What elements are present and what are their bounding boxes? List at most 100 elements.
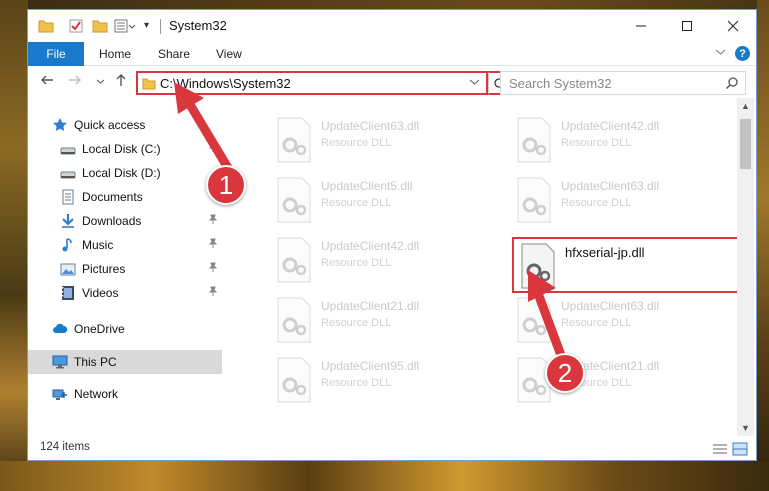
- sidebar-item-label: Music: [82, 238, 114, 252]
- sidebar-item-quick-access[interactable]: Quick access: [28, 113, 222, 137]
- vertical-scrollbar[interactable]: ▲ ▼: [737, 98, 754, 436]
- file-item[interactable]: UpdateClient95.dll Resource DLL: [270, 353, 500, 409]
- scroll-up-arrow-icon[interactable]: ▲: [741, 101, 750, 111]
- properties-check-icon[interactable]: [68, 18, 84, 34]
- maximize-button[interactable]: [664, 10, 710, 42]
- star-icon: [52, 117, 68, 133]
- sidebar-item-label: Local Disk (D:): [82, 166, 161, 180]
- tab-view[interactable]: View: [216, 47, 242, 61]
- file-item[interactable]: UpdateClient42.dll Resource DLL: [510, 113, 740, 169]
- file-name: UpdateClient42.dll: [321, 239, 420, 253]
- pin-icon: [208, 286, 218, 299]
- file-name: UpdateClient42.dll: [561, 119, 660, 133]
- drive-icon: [60, 141, 76, 157]
- tab-file[interactable]: File: [28, 42, 84, 66]
- file-type: Resource DLL: [561, 317, 632, 329]
- sidebar-item-this-pc[interactable]: This PC: [28, 350, 222, 374]
- dll-gear-file-icon: [274, 237, 314, 283]
- file-item[interactable]: UpdateClient42.dll Resource DLL: [270, 233, 500, 289]
- file-item[interactable]: UpdateClient21.dll Resource DLL: [270, 293, 500, 349]
- file-item[interactable]: UpdateClient21.dll Resource DLL: [510, 353, 740, 409]
- file-type: Resource DLL: [321, 137, 392, 149]
- cloud-icon: [52, 321, 68, 337]
- dll-gear-file-icon: [514, 297, 554, 343]
- close-button[interactable]: [710, 10, 756, 42]
- sidebar-item-label: Network: [74, 387, 119, 401]
- search-input[interactable]: [509, 73, 719, 93]
- download-arrow-icon: [60, 213, 76, 229]
- file-item[interactable]: UpdateClient5.dll Resource DLL: [270, 173, 500, 229]
- file-name: UpdateClient95.dll: [321, 359, 420, 373]
- file-name: hfxserial-jp.dll: [565, 245, 645, 260]
- drive-icon: [60, 165, 76, 181]
- file-list: UpdateClient63.dll Resource DLL UpdateCl…: [250, 105, 740, 435]
- address-path[interactable]: C:\Windows\System32: [160, 76, 291, 91]
- sidebar-item-local-disk-d[interactable]: Local Disk (D:): [28, 161, 222, 185]
- forward-arrow-icon[interactable]: [68, 73, 82, 91]
- status-bar: 124 items: [28, 438, 756, 460]
- file-type: Resource DLL: [321, 197, 392, 209]
- sidebar-item-network[interactable]: Network: [28, 382, 222, 406]
- file-name: UpdateClient21.dll: [321, 299, 420, 313]
- step-badge-2: 2: [545, 353, 585, 393]
- new-folder-icon[interactable]: [92, 18, 108, 34]
- desktop-background-bottom: [0, 461, 769, 491]
- sidebar-item-pictures[interactable]: Pictures: [28, 257, 222, 281]
- recent-locations-chevron-icon[interactable]: [96, 77, 105, 89]
- file-type: Resource DLL: [561, 197, 632, 209]
- file-item[interactable]: UpdateClient63.dll Resource DLL: [510, 293, 740, 349]
- sidebar-item-videos[interactable]: Videos: [28, 281, 222, 305]
- dll-gear-file-icon: [274, 297, 314, 343]
- sidebar-item-label: Local Disk (C:): [82, 142, 161, 156]
- desktop-background-left: [0, 0, 28, 491]
- desktop-background-right: [757, 0, 769, 491]
- music-note-icon: [60, 237, 76, 253]
- sidebar-item-documents[interactable]: Documents: [28, 185, 222, 209]
- file-type: Resource DLL: [561, 137, 632, 149]
- pictures-icon: [60, 261, 76, 277]
- sidebar-item-label: OneDrive: [74, 322, 125, 336]
- file-item[interactable]: UpdateClient63.dll Resource DLL: [270, 113, 500, 169]
- pin-icon: [208, 238, 218, 251]
- pin-icon: [208, 142, 218, 155]
- expand-ribbon-chevron-icon[interactable]: [715, 46, 726, 60]
- quick-access-dropdown-icon[interactable]: ▾: [144, 20, 160, 36]
- address-dropdown-chevron-icon[interactable]: [469, 76, 480, 90]
- dll-gear-file-icon: [274, 357, 314, 403]
- search-box[interactable]: [500, 71, 746, 95]
- pin-icon: [208, 262, 218, 275]
- file-type: Resource DLL: [321, 377, 392, 389]
- documents-icon: [60, 189, 76, 205]
- sidebar-item-onedrive[interactable]: OneDrive: [28, 317, 222, 341]
- customize-toolbar-icon[interactable]: [114, 18, 136, 34]
- sidebar-item-local-disk-c[interactable]: Local Disk (C:): [28, 137, 222, 161]
- ribbon-tabs: File Home Share View ?: [28, 42, 756, 66]
- address-bar[interactable]: C:\Windows\System32: [136, 71, 488, 95]
- pin-icon: [208, 214, 218, 227]
- sidebar-item-downloads[interactable]: Downloads: [28, 209, 222, 233]
- file-type: Resource DLL: [321, 317, 392, 329]
- details-view-icon[interactable]: [712, 442, 728, 456]
- navigation-bar: C:\Windows\System32: [28, 67, 756, 99]
- scrollbar-thumb[interactable]: [740, 119, 751, 169]
- large-icons-view-icon[interactable]: [732, 442, 748, 456]
- scroll-down-arrow-icon[interactable]: ▼: [741, 423, 750, 433]
- tab-home[interactable]: Home: [99, 47, 131, 61]
- sidebar-item-label: Quick access: [74, 118, 146, 132]
- dll-gear-file-icon: [274, 117, 314, 163]
- tab-share[interactable]: Share: [158, 47, 190, 61]
- item-count: 124 items: [40, 441, 90, 453]
- up-arrow-icon[interactable]: [114, 73, 128, 91]
- file-name: UpdateClient63.dll: [561, 299, 660, 313]
- search-icon[interactable]: [725, 76, 739, 93]
- sidebar-item-label: Documents: [82, 190, 143, 204]
- minimize-button[interactable]: [618, 10, 664, 42]
- help-button[interactable]: ?: [735, 46, 750, 61]
- address-folder-icon: [142, 77, 156, 93]
- file-name: UpdateClient5.dll: [321, 179, 413, 193]
- file-item[interactable]: UpdateClient63.dll Resource DLL: [510, 173, 740, 229]
- back-arrow-icon[interactable]: [40, 73, 54, 91]
- file-item-highlighted[interactable]: hfxserial-jp.dll: [512, 237, 740, 293]
- sidebar-item-label: Pictures: [82, 262, 126, 276]
- sidebar-item-music[interactable]: Music: [28, 233, 222, 257]
